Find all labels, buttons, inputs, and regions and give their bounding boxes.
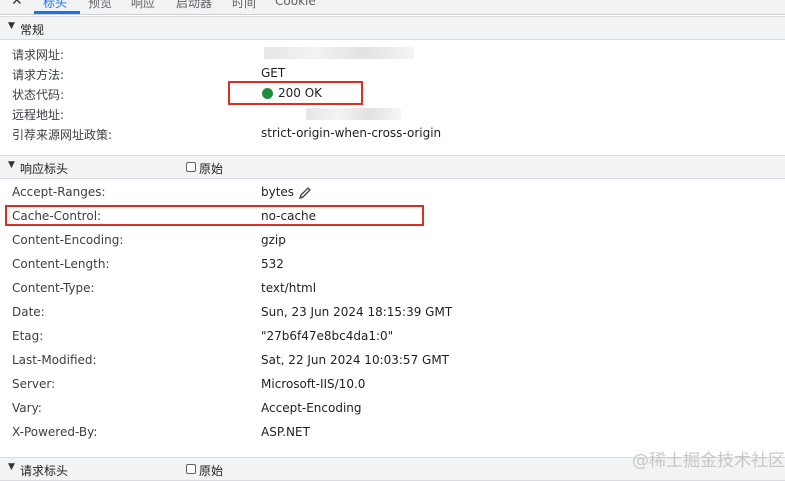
status-highlight-box (228, 81, 363, 105)
header-row-content-type: Content-Type: text/html (0, 279, 785, 299)
expand-triangle-icon[interactable]: ▼ (8, 160, 15, 170)
remote-address-key: 远程地址: (12, 108, 65, 122)
general-section-title: 常规 (20, 23, 45, 37)
header-row-server: Server: Microsoft-IIS/10.0 (0, 375, 785, 395)
header-row-last-modified: Last-Modified: Sat, 22 Jun 2024 10:03:57… (0, 351, 785, 371)
date-key: Date: (12, 305, 45, 319)
request-method-value: GET (261, 66, 286, 80)
etag-value: "27b6f47e8bc4da1:0" (261, 329, 394, 343)
vary-key: Vary: (12, 401, 42, 415)
x-powered-by-value: ASP.NET (261, 425, 310, 439)
watermark-text: @稀土掘金技术社区 (632, 451, 785, 471)
header-row-vary: Vary: Accept-Encoding (0, 399, 785, 419)
header-row-content-encoding: Content-Encoding: gzip (0, 231, 785, 251)
request-method-key: 请求方法: (12, 68, 65, 82)
raw-checkbox[interactable] (186, 162, 196, 172)
accept-ranges-key: Accept-Ranges: (12, 185, 106, 199)
response-headers-title: 响应标头 (20, 162, 69, 176)
etag-key: Etag: (12, 329, 44, 343)
tab-initiator[interactable]: 启动器 (176, 0, 212, 11)
general-row-referrer-policy: 引荐来源网址政策: strict-origin-when-cross-origi… (0, 124, 785, 144)
redacted-url-blur (264, 47, 414, 59)
header-row-etag: Etag: "27b6f47e8bc4da1:0" (0, 327, 785, 347)
content-length-key: Content-Length: (12, 257, 110, 271)
active-tab-indicator (34, 11, 80, 14)
content-type-key: Content-Type: (12, 281, 95, 295)
content-type-value: text/html (261, 281, 317, 295)
request-url-key: 请求网址: (12, 48, 65, 62)
referrer-policy-value: strict-origin-when-cross-origin (261, 126, 442, 140)
close-icon[interactable]: ✕ (11, 0, 23, 9)
raw-checkbox-label[interactable]: 原始 (199, 160, 223, 177)
tab-preview[interactable]: 预览 (88, 0, 112, 11)
tab-timing[interactable]: 时间 (232, 0, 256, 11)
accept-ranges-value: bytes (261, 185, 295, 199)
content-encoding-key: Content-Encoding: (12, 233, 124, 247)
server-key: Server: (12, 377, 56, 391)
x-powered-by-key: X-Powered-By: (12, 425, 98, 439)
tab-cookies[interactable]: Cookie (275, 0, 316, 8)
content-length-value: 532 (261, 257, 284, 271)
date-value: Sun, 23 Jun 2024 18:15:39 GMT (261, 305, 453, 319)
server-value: Microsoft-IIS/10.0 (261, 377, 366, 391)
header-row-date: Date: Sun, 23 Jun 2024 18:15:39 GMT (0, 303, 785, 323)
devtools-tab-bar: ✕ 标头 预览 响应 启动器 时间 Cookie (0, 0, 785, 15)
vary-value: Accept-Encoding (261, 401, 362, 415)
header-row-content-length: Content-Length: 532 (0, 255, 785, 275)
header-row-x-powered-by: X-Powered-By: ASP.NET (0, 423, 785, 443)
raw-checkbox[interactable] (186, 464, 196, 474)
edit-pencil-icon[interactable] (298, 186, 312, 200)
cache-control-highlight-box (5, 205, 424, 226)
response-headers-section-header[interactable]: ▼ 响应标头 原始 (0, 155, 785, 179)
general-row-method: 请求方法: GET (0, 64, 785, 84)
last-modified-value: Sat, 22 Jun 2024 10:03:57 GMT (261, 353, 449, 367)
tab-response[interactable]: 响应 (131, 0, 155, 11)
last-modified-key: Last-Modified: (12, 353, 97, 367)
tab-headers[interactable]: 标头 (43, 0, 67, 11)
content-encoding-value: gzip (261, 233, 286, 247)
referrer-policy-key: 引荐来源网址政策: (12, 128, 113, 142)
redacted-address-blur (306, 108, 401, 120)
general-section-header[interactable]: ▼ 常规 (0, 16, 785, 40)
general-row-status: 状态代码: 200 OK (0, 84, 785, 104)
status-code-key: 状态代码: (12, 88, 65, 102)
header-row-accept-ranges: Accept-Ranges: bytes (0, 183, 785, 203)
expand-triangle-icon[interactable]: ▼ (8, 21, 15, 31)
